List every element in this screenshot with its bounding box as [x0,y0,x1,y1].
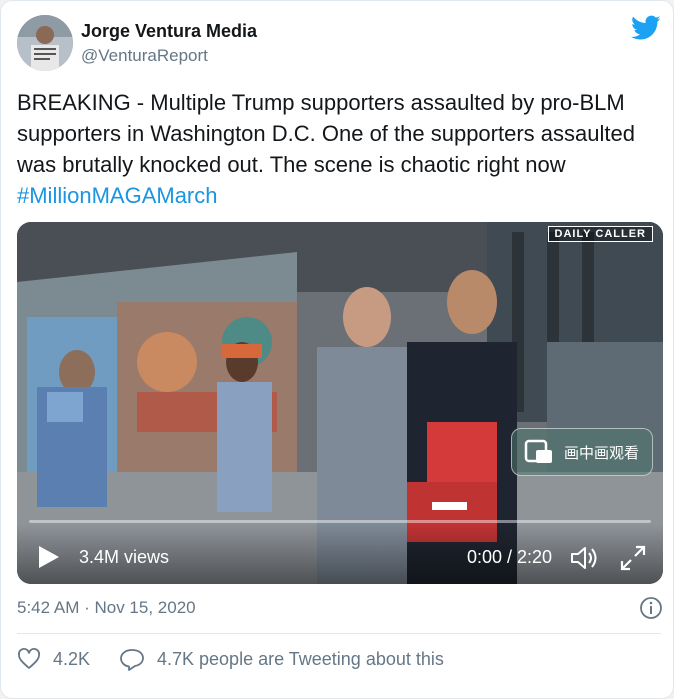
view-count: 3.4M views [79,547,170,567]
tweet-card: Jorge Ventura Media @VenturaReport BREAK… [0,0,674,699]
video-progress-bar[interactable] [29,520,651,523]
pip-label: 画中画观看 [564,444,640,462]
tweet-body: BREAKING - Multiple Trump supporters ass… [17,90,635,177]
video-watermark: DAILY CALLER [547,226,653,242]
video-time: 0:00 / 2:20 [467,547,553,567]
tweet-timestamp[interactable]: 5:42 AM · Nov 15, 2020 [17,598,196,618]
fullscreen-icon[interactable] [619,544,647,572]
heart-icon[interactable] [17,647,41,671]
volume-icon[interactable] [569,544,599,572]
like-count[interactable]: 4.2K [53,649,90,670]
divider [17,633,661,634]
video-player[interactable]: DAILY CALLER 画中画观看 3.4M views 0:00 / 2:2… [17,222,663,584]
picture-in-picture-button[interactable]: 画中画观看 [511,428,653,476]
tweeting-about-link[interactable]: 4.7K people are Tweeting about this [157,649,444,670]
hashtag-link[interactable]: #MillionMAGAMarch [17,183,218,208]
author-handle[interactable]: @VenturaReport [81,46,208,66]
video-controls: 3.4M views 0:00 / 2:20 [17,524,663,584]
author-name[interactable]: Jorge Ventura Media [81,21,257,42]
twitter-bird-icon[interactable] [631,15,661,41]
info-icon[interactable] [639,596,663,620]
reply-icon[interactable] [119,647,145,671]
play-icon[interactable] [35,544,61,570]
pip-icon [524,439,552,463]
tweet-text: BREAKING - Multiple Trump supporters ass… [17,87,663,211]
avatar[interactable] [17,15,73,71]
